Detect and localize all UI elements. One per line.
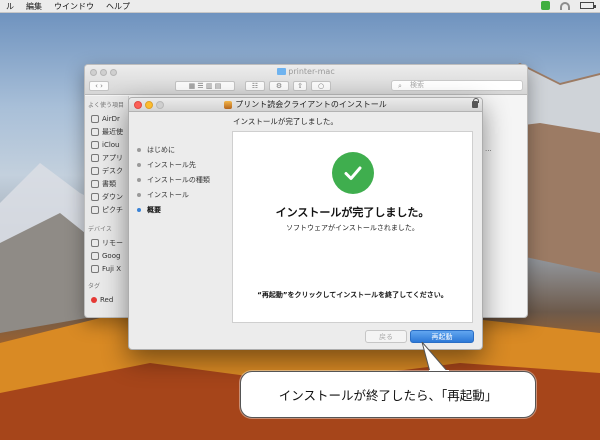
installer-window: プリント読会クライアントのインストール インストールが完了しました。 はじめに … [128, 97, 483, 350]
sidebar-label: ピクチ [102, 205, 123, 214]
step-installation: インストール [137, 187, 210, 202]
step-label: はじめに [147, 145, 175, 154]
sidebar-label: AirDr [102, 114, 120, 123]
menu-item-help[interactable]: ヘルプ [106, 1, 130, 12]
arrange-button[interactable]: ☷ [245, 81, 265, 91]
menu-bar: ル 編集 ウインドウ ヘルプ [0, 0, 600, 13]
documents-icon [91, 179, 99, 188]
installer-title-text: プリント読会クライアントのインストール [235, 100, 387, 109]
installer-titlebar: プリント読会クライアントのインストール [129, 98, 482, 112]
sidebar-label: 最近使 [102, 127, 123, 136]
applications-icon [91, 153, 99, 162]
step-installation-type: インストールの種類 [137, 172, 210, 187]
tags-header: タグ [88, 283, 101, 290]
wifi-icon[interactable] [560, 1, 570, 10]
sidebar-label: リモー [102, 238, 123, 247]
share-button[interactable]: ⇧ [293, 81, 307, 91]
desktop-icon [91, 166, 99, 175]
checkmark-icon [332, 152, 374, 194]
menu-item-window[interactable]: ウインドウ [54, 1, 94, 12]
completion-heading: インストールが完了しました。 [275, 206, 430, 219]
favorites-header: よく使う項目 [88, 102, 125, 109]
package-icon [224, 100, 233, 109]
action-gear-button[interactable]: ⚙ [269, 81, 289, 91]
red-tag-icon [91, 296, 97, 303]
step-bullet-icon [137, 192, 141, 197]
view-mode-buttons[interactable]: ▦ ☰ ▥ ▤ [175, 81, 235, 91]
sidebar-label: ダウン [102, 192, 123, 201]
restart-instruction: “再起動”をクリックしてインストールを終了してください。 [257, 291, 448, 299]
status-area [541, 1, 596, 10]
sidebar-item-documents[interactable]: 書類 [85, 177, 128, 190]
step-bullet-icon [137, 147, 141, 152]
installer-steps: はじめに インストール先 インストールの種類 インストール 概要 [137, 142, 210, 217]
sidebar-item-applications[interactable]: アプリ [85, 151, 128, 164]
sidebar-label: Red [100, 295, 114, 304]
step-label: 概要 [147, 205, 161, 214]
download-icon [91, 192, 99, 201]
sidebar-label: Goog [102, 251, 121, 260]
recents-icon [91, 127, 99, 136]
installer-title: プリント読会クライアントのインストール [129, 99, 482, 110]
sidebar-item-pictures[interactable]: ピクチ [85, 203, 128, 216]
sidebar-item-tag-red[interactable]: Red [85, 293, 128, 306]
step-label: インストール先 [147, 160, 196, 169]
devices-header: デバイス [88, 226, 112, 233]
menu-item-edit[interactable]: 編集 [26, 1, 42, 12]
finder-title-text: printer-mac [288, 67, 335, 76]
step-label: インストール [147, 190, 189, 199]
step-introduction: はじめに [137, 142, 210, 157]
step-destination: インストール先 [137, 157, 210, 172]
callout-text: インストールが終了したら、「再起動」 [278, 388, 498, 403]
installer-subtitle: インストールが完了しました。 [233, 117, 338, 126]
callout-annotation: インストールが終了したら、「再起動」 [240, 371, 536, 418]
search-icon: ⌕ [398, 82, 402, 90]
folder-icon [277, 68, 287, 75]
airdrop-icon [91, 114, 99, 123]
finder-content-partial: ... [485, 145, 492, 153]
lock-icon [472, 98, 479, 108]
cloud-icon [91, 140, 99, 149]
disc-icon [91, 238, 99, 247]
sidebar-item-google[interactable]: Goog [85, 249, 128, 262]
tag-button[interactable]: ○ [311, 81, 331, 91]
back-forward-buttons[interactable]: ‹ › [89, 81, 109, 91]
sidebar-label: 書類 [102, 179, 116, 188]
drive-icon [91, 251, 99, 260]
sidebar-label: iClou [102, 140, 120, 149]
pictures-icon [91, 205, 99, 214]
callout-pointer [421, 342, 450, 374]
finder-titlebar: printer-mac ‹ › ▦ ☰ ▥ ▤ ☷ ⚙ ⇧ ○ ⌕ 検索 [85, 65, 527, 95]
sidebar-item-fuji[interactable]: Fuji X [85, 262, 128, 275]
sidebar-item-airdrop[interactable]: AirDr [85, 112, 128, 125]
sidebar-item-desktop[interactable]: デスク [85, 164, 128, 177]
battery-icon[interactable] [580, 2, 596, 9]
sidebar-item-downloads[interactable]: ダウン [85, 190, 128, 203]
drive-icon [91, 264, 99, 273]
completion-subtext: ソフトウェアがインストールされました。 [286, 224, 419, 232]
sidebar-label: デスク [102, 166, 123, 175]
finder-sidebar: よく使う項目 AirDr 最近使 iClou アプリ デスク 書類 ダウン ピク… [85, 96, 129, 317]
step-bullet-icon [137, 177, 141, 182]
back-button[interactable]: 戻る [365, 330, 407, 343]
search-placeholder: 検索 [410, 81, 424, 89]
menu-item-app[interactable]: ル [6, 1, 14, 12]
sidebar-item-icloud[interactable]: iClou [85, 138, 128, 151]
finder-title: printer-mac [85, 67, 527, 76]
step-summary: 概要 [137, 202, 210, 217]
step-bullet-icon [137, 207, 141, 212]
step-bullet-icon [137, 162, 141, 167]
sidebar-item-recents[interactable]: 最近使 [85, 125, 128, 138]
installer-content-panel: インストールが完了しました。 ソフトウェアがインストールされました。 “再起動”… [232, 131, 473, 323]
sidebar-item-remote-disc[interactable]: リモー [85, 236, 128, 249]
sidebar-label: Fuji X [102, 264, 121, 273]
sidebar-label: アプリ [102, 153, 123, 162]
search-field[interactable]: ⌕ 検索 [391, 80, 523, 91]
status-app-icon[interactable] [541, 1, 550, 10]
step-label: インストールの種類 [147, 175, 210, 184]
